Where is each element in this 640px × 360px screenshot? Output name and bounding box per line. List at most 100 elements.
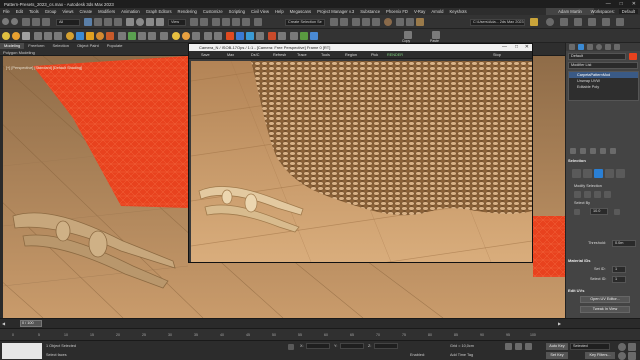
rotate-icon[interactable]	[136, 18, 144, 26]
x-coord-field[interactable]	[306, 343, 330, 349]
refresh-button[interactable]: Refresh	[273, 52, 286, 58]
unlink-icon[interactable]	[32, 18, 40, 26]
render-production-icon[interactable]	[416, 18, 424, 26]
selection-filter-dropdown[interactable]: All	[56, 19, 80, 26]
tab-populate[interactable]: Populate	[103, 43, 127, 49]
vray-sphere-icon[interactable]	[66, 32, 74, 40]
max-button[interactable]: Max	[227, 52, 234, 58]
vray-ipr-icon[interactable]	[86, 32, 94, 40]
vertex-icon[interactable]	[572, 169, 581, 178]
layout-icon[interactable]	[574, 18, 582, 26]
maximize-viewport-icon[interactable]	[628, 352, 636, 360]
select-by-name-icon[interactable]	[94, 18, 102, 26]
vray-lightmix-icon[interactable]	[182, 32, 190, 40]
face-icon[interactable]	[594, 169, 603, 178]
ring-icon[interactable]	[604, 191, 611, 198]
named-selection-dropdown[interactable]: Create Selection Se	[285, 19, 325, 26]
account-button[interactable]: Adam Martin	[546, 8, 594, 15]
rendered-frame-window-icon[interactable]	[406, 18, 414, 26]
object-name-field[interactable]: Default	[568, 53, 626, 60]
project-path-field[interactable]: C:\Users\Ada... 2ds Max 2023	[470, 19, 525, 26]
tab-object-paint[interactable]: Object Paint	[73, 43, 103, 49]
link-icon[interactable]	[22, 18, 30, 26]
undo-icon[interactable]	[2, 18, 9, 25]
size-field[interactable]: 10.0	[590, 208, 608, 215]
next-key-icon[interactable]: ▶	[558, 321, 561, 326]
megascans-icon[interactable]	[290, 32, 298, 40]
rect-select-icon[interactable]	[104, 18, 112, 26]
place-icon[interactable]	[156, 18, 164, 26]
reference-coord-dropdown[interactable]: View	[168, 19, 186, 26]
select-by-angle-icon[interactable]	[614, 209, 620, 215]
bind-space-warp-icon[interactable]	[42, 18, 50, 26]
menu-rendering[interactable]: Rendering	[175, 9, 200, 14]
folder-icon[interactable]	[530, 18, 538, 26]
show-end-result-icon[interactable]	[580, 148, 586, 154]
menu-help[interactable]: Help	[272, 9, 287, 14]
menu-file[interactable]: File	[0, 9, 13, 14]
phoenix-source-icon[interactable]	[256, 32, 264, 40]
vray-sun-icon[interactable]	[12, 32, 20, 40]
vray-decal-icon[interactable]	[138, 32, 146, 40]
menu-animation[interactable]: Animation	[118, 9, 143, 14]
stack-item-editable-poly[interactable]: Editable Poly	[569, 84, 638, 90]
maxscript-listener[interactable]	[2, 343, 42, 359]
arnold-icon[interactable]	[278, 32, 286, 40]
help-icon[interactable]	[546, 18, 554, 26]
edit-named-selection-icon[interactable]	[254, 18, 262, 26]
snaps-toggle-icon[interactable]	[212, 18, 220, 26]
add-time-tag-button[interactable]: Add Time Tag	[450, 353, 473, 357]
minimize-icon[interactable]: —	[606, 0, 611, 8]
maximize-icon[interactable]: □	[620, 0, 623, 8]
z-coord-field[interactable]	[374, 343, 398, 349]
track-bar[interactable]: 0 5 10 15 20 25 30 35 40 45 50 55 60 65 …	[0, 328, 640, 340]
dsc-button[interactable]: Ds!C	[251, 52, 259, 58]
edge-icon[interactable]	[583, 169, 592, 178]
menu-modifiers[interactable]: Modifiers	[95, 9, 118, 14]
shrink-icon[interactable]	[584, 191, 591, 198]
render-setup-icon[interactable]	[396, 18, 404, 26]
railclone-icon[interactable]	[310, 32, 318, 40]
open-uv-editor-button[interactable]: Open UV Editor...	[580, 296, 630, 303]
tab-selection[interactable]: Selection	[48, 43, 72, 49]
script-icon[interactable]	[602, 18, 610, 26]
vray-physical-icon[interactable]	[214, 32, 222, 40]
vray-light-icon[interactable]	[2, 32, 10, 40]
grow-icon[interactable]	[574, 191, 581, 198]
vray-env-fog-icon[interactable]	[160, 32, 168, 40]
menu-civil-view[interactable]: Civil View	[248, 9, 272, 14]
menu-views[interactable]: Views	[59, 9, 76, 14]
polygon-icon[interactable]	[605, 169, 614, 178]
menu-tools[interactable]: Tools	[26, 9, 42, 14]
material-ids-rollout-header[interactable]: Material IDs	[568, 257, 639, 264]
next-frame-icon[interactable]	[525, 343, 532, 350]
modify-tab-icon[interactable]	[578, 44, 584, 50]
menu-edit[interactable]: Edit	[13, 9, 26, 14]
key-filters-button[interactable]: Key Filters...	[585, 352, 615, 359]
menu-group[interactable]: Group	[42, 9, 60, 14]
percent-snap-icon[interactable]	[232, 18, 240, 26]
tab-modeling[interactable]: Modeling	[0, 43, 25, 49]
select-object-icon[interactable]	[84, 18, 92, 26]
play-icon[interactable]	[505, 343, 512, 350]
stop-button[interactable]: Stop	[493, 52, 501, 58]
time-slider[interactable]: 0 / 100 ◀ ▶	[0, 318, 640, 328]
copy-icon[interactable]	[404, 31, 412, 39]
hierarchy-tab-icon[interactable]	[587, 44, 593, 50]
set-id-field[interactable]: 1	[612, 266, 626, 273]
modifier-list-dropdown[interactable]: Modifier List	[568, 62, 638, 69]
curve-editor-icon[interactable]	[362, 18, 370, 26]
create-tab-icon[interactable]	[569, 44, 575, 50]
threshold-field[interactable]: 0.0m	[612, 240, 636, 247]
phoenix-liquid-icon[interactable]	[236, 32, 244, 40]
selection-rollout-header[interactable]: Selection	[568, 157, 639, 164]
remove-modifier-icon[interactable]	[600, 148, 606, 154]
tweak-in-view-button[interactable]: Tweak In View	[580, 306, 630, 313]
render-window-maximize-icon[interactable]: □	[515, 44, 518, 51]
make-unique-icon[interactable]	[590, 148, 596, 154]
forest-pack-icon[interactable]	[300, 32, 308, 40]
move-icon[interactable]	[126, 18, 134, 26]
lock-selection-icon[interactable]	[288, 344, 294, 350]
viewport-label[interactable]: [+] [Perspective] [Standard] [Default Sh…	[6, 66, 82, 70]
settings-icon[interactable]	[560, 18, 568, 26]
